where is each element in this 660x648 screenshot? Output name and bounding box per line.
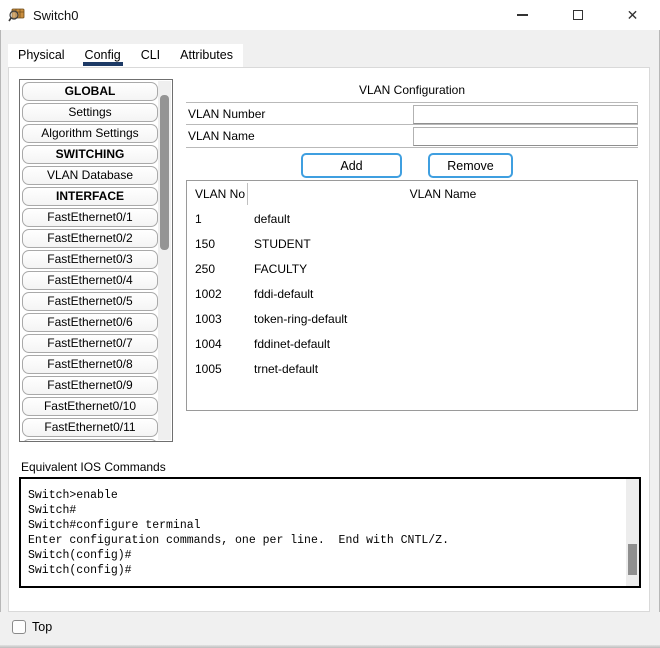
vlan-name-column-header: VLAN Name	[249, 183, 637, 205]
vlan-name-cell: fddinet-default	[254, 337, 330, 351]
table-row[interactable]: 150 STUDENT	[187, 232, 637, 257]
ios-terminal[interactable]: Switch>enableSwitch#Switch#configure ter…	[19, 477, 641, 588]
footer-bar: Top	[0, 612, 660, 648]
tab-physical[interactable]: Physical	[8, 44, 75, 67]
vlan-table-body: 1 default 150 STUDENT 250 FACULTY 1002 fddi-def…	[187, 207, 637, 382]
sidebar-item-fastethernet0-12[interactable]: FastEthernet0/12	[22, 439, 158, 442]
config-sidebar: GLOBAL Settings Algorithm Settings SWITCHIN…	[19, 79, 173, 442]
vlan-name-input[interactable]	[413, 127, 638, 146]
top-checkbox-label: Top	[32, 620, 52, 634]
ios-commands-label: Equivalent IOS Commands	[21, 460, 166, 474]
close-button[interactable]: ✕	[605, 0, 660, 30]
sidebar-item-algorithm-settings[interactable]: Algorithm Settings	[22, 124, 158, 143]
sidebar-scrollbar-thumb[interactable]	[160, 95, 169, 250]
terminal-scrollbar[interactable]	[626, 479, 639, 586]
vlan-name-cell: STUDENT	[254, 237, 311, 251]
table-row[interactable]: 1005 trnet-default	[187, 357, 637, 382]
tab-cli[interactable]: CLI	[131, 44, 170, 67]
config-tab-pane: GLOBAL Settings Algorithm Settings SWITCHIN…	[8, 67, 650, 612]
ios-terminal-text: Switch>enableSwitch#Switch#configure ter…	[28, 488, 621, 578]
terminal-line: Enter configuration commands, one per li…	[28, 533, 621, 548]
terminal-line: Switch(config)#	[28, 548, 621, 563]
terminal-line: Switch(config)#	[28, 563, 621, 578]
sidebar-item-fastethernet0-2[interactable]: FastEthernet0/2	[22, 229, 158, 248]
vlan-no-column-header: VLAN No	[187, 183, 248, 205]
vlan-no-cell: 1003	[195, 312, 222, 326]
vlan-buttons-row: Add Remove	[186, 153, 638, 178]
vlan-number-label: VLAN Number	[188, 107, 265, 121]
vlan-name-row: VLAN Name	[186, 125, 638, 148]
top-checkbox[interactable]	[12, 620, 26, 634]
sidebar-item-fastethernet0-7[interactable]: FastEthernet0/7	[22, 334, 158, 353]
sidebar-item-fastethernet0-11[interactable]: FastEthernet0/11	[22, 418, 158, 437]
maximize-button[interactable]	[550, 0, 605, 30]
vlan-number-input[interactable]	[413, 105, 638, 124]
maximize-icon	[573, 10, 583, 20]
tab-config[interactable]: Config	[75, 44, 131, 67]
vlan-configuration-title: VLAN Configuration	[186, 83, 638, 97]
table-row[interactable]: 1003 token-ring-default	[187, 307, 637, 332]
vlan-name-cell: FACULTY	[254, 262, 307, 276]
sidebar-item-settings[interactable]: Settings	[22, 103, 158, 122]
vlan-name-cell: token-ring-default	[254, 312, 347, 326]
sidebar-item-vlan-database[interactable]: VLAN Database	[22, 166, 158, 185]
window-controls: ✕	[495, 0, 660, 30]
sidebar-item-global[interactable]: GLOBAL	[22, 82, 158, 101]
sidebar-item-interface[interactable]: INTERFACE	[22, 187, 158, 206]
tab-bar: PhysicalConfigCLIAttributes	[8, 44, 243, 67]
close-icon: ✕	[627, 8, 639, 22]
sidebar-item-fastethernet0-6[interactable]: FastEthernet0/6	[22, 313, 158, 332]
vlan-no-cell: 150	[195, 237, 215, 251]
window-title: Switch0	[33, 8, 79, 23]
sidebar-item-fastethernet0-3[interactable]: FastEthernet0/3	[22, 250, 158, 269]
vlan-fields: VLAN Number VLAN Name	[186, 102, 638, 148]
sidebar-item-fastethernet0-1[interactable]: FastEthernet0/1	[22, 208, 158, 227]
minimize-icon	[517, 14, 528, 16]
vlan-no-cell: 1004	[195, 337, 222, 351]
terminal-line: Switch#configure terminal	[28, 518, 621, 533]
remove-button[interactable]: Remove	[428, 153, 513, 178]
terminal-line: Switch#	[28, 503, 621, 518]
sidebar-item-switching[interactable]: SWITCHING	[22, 145, 158, 164]
sidebar-item-fastethernet0-5[interactable]: FastEthernet0/5	[22, 292, 158, 311]
minimize-button[interactable]	[495, 0, 550, 30]
vlan-table: VLAN No VLAN Name 1 default 150 STUDENT 250 F…	[186, 180, 638, 411]
table-row[interactable]: 1004 fddinet-default	[187, 332, 637, 357]
sidebar-item-fastethernet0-10[interactable]: FastEthernet0/10	[22, 397, 158, 416]
sidebar-list: GLOBAL Settings Algorithm Settings SWITCHIN…	[22, 82, 158, 442]
vlan-name-cell: fddi-default	[254, 287, 313, 301]
vlan-no-cell: 250	[195, 262, 215, 276]
vlan-name-label: VLAN Name	[188, 129, 255, 143]
title-bar: Switch0 ✕	[0, 0, 660, 30]
vlan-number-row: VLAN Number	[186, 102, 638, 125]
table-row[interactable]: 1002 fddi-default	[187, 282, 637, 307]
sidebar-item-fastethernet0-8[interactable]: FastEthernet0/8	[22, 355, 158, 374]
vlan-no-cell: 1002	[195, 287, 222, 301]
sidebar-item-fastethernet0-9[interactable]: FastEthernet0/9	[22, 376, 158, 395]
terminal-scrollbar-thumb[interactable]	[628, 544, 637, 575]
sidebar-scrollbar[interactable]	[158, 81, 171, 440]
vlan-name-cell: default	[254, 212, 290, 226]
vlan-no-cell: 1005	[195, 362, 222, 376]
sidebar-item-fastethernet0-4[interactable]: FastEthernet0/4	[22, 271, 158, 290]
tab-attributes[interactable]: Attributes	[170, 44, 243, 67]
table-row[interactable]: 1 default	[187, 207, 637, 232]
add-button[interactable]: Add	[301, 153, 402, 178]
packet-tracer-app-icon	[8, 6, 26, 24]
vlan-table-header: VLAN No VLAN Name	[187, 181, 637, 207]
table-row[interactable]: 250 FACULTY	[187, 257, 637, 282]
vlan-name-cell: trnet-default	[254, 362, 318, 376]
terminal-line: Switch>enable	[28, 488, 621, 503]
vlan-no-cell: 1	[195, 212, 202, 226]
